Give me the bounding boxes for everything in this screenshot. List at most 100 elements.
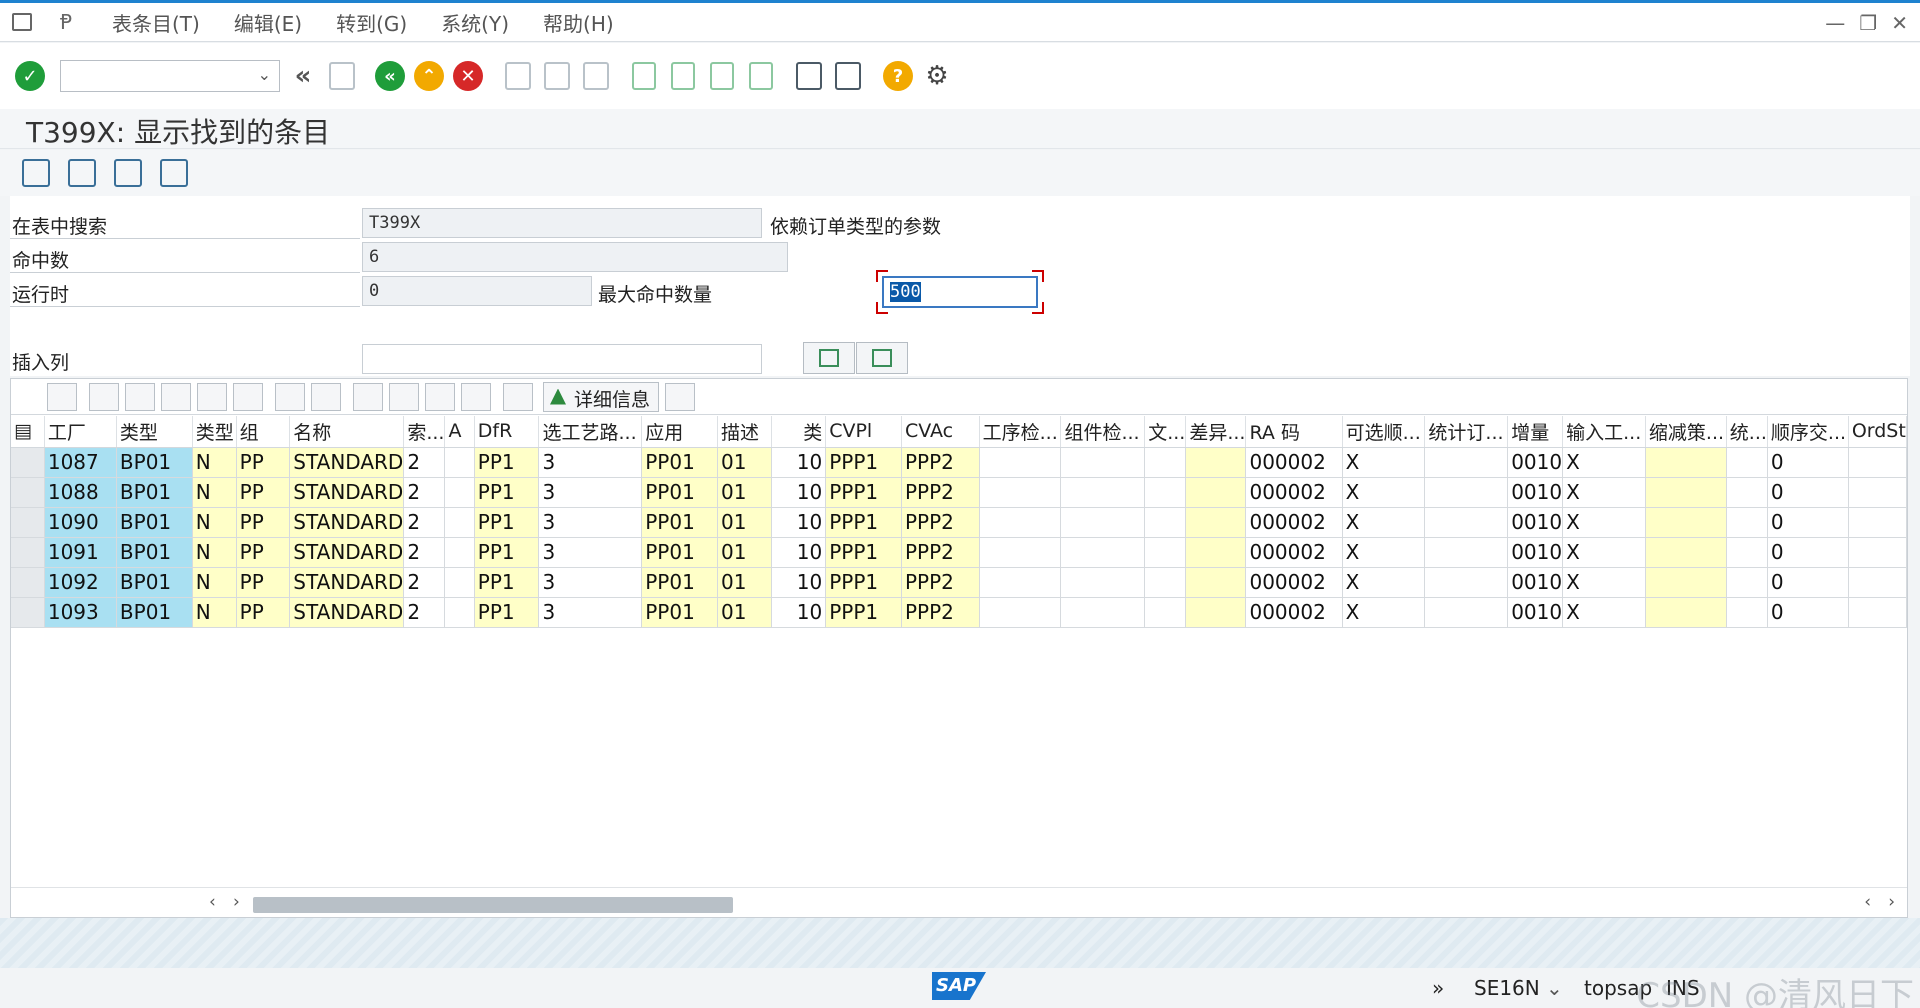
horizontal-scrollbar[interactable]: ‹ › ‹ ›	[11, 887, 1907, 917]
filter-icon[interactable]	[233, 382, 263, 411]
table-cell[interactable]: 10	[771, 507, 827, 538]
table-cell[interactable]	[1185, 537, 1247, 568]
table-cell[interactable]: X	[1342, 597, 1426, 628]
table-cell[interactable]: STANDARD	[289, 567, 405, 598]
table-cell[interactable]	[979, 597, 1062, 628]
table-cell[interactable]: 0010	[1507, 447, 1564, 478]
table-cell[interactable]: PP01	[641, 477, 719, 508]
table-cell[interactable]: PPP2	[901, 597, 980, 628]
column-header[interactable]: 类型	[192, 416, 237, 448]
table-cell[interactable]: 2	[403, 477, 446, 508]
column-header[interactable]: 类	[771, 416, 827, 448]
table-cell[interactable]	[1424, 447, 1509, 478]
table-cell[interactable]	[444, 507, 475, 538]
table-cell[interactable]: 1088	[44, 477, 117, 508]
table-cell[interactable]: 3	[538, 477, 643, 508]
expand-status-icon[interactable]: »	[1432, 976, 1444, 1000]
column-header[interactable]: 统计订...	[1424, 416, 1509, 448]
row-selector[interactable]	[11, 567, 45, 598]
table-cell[interactable]	[1424, 597, 1509, 628]
table-cell[interactable]: 0	[1767, 537, 1849, 568]
command-field[interactable]: ⌄	[60, 60, 280, 92]
table-cell[interactable]: X	[1562, 537, 1646, 568]
table-cell[interactable]: 3	[538, 567, 643, 598]
column-header[interactable]: 可选顺...	[1342, 416, 1426, 448]
back-icon[interactable]: «	[374, 60, 406, 92]
table-cell[interactable]	[1185, 507, 1247, 538]
table-cell[interactable]: 0010	[1507, 507, 1564, 538]
table-cell[interactable]: PP01	[641, 537, 719, 568]
table-cell[interactable]: X	[1562, 507, 1646, 538]
table-cell[interactable]: N	[192, 447, 237, 478]
table-cell[interactable]: PP	[236, 507, 291, 538]
table-cell[interactable]	[1144, 447, 1187, 478]
column-header[interactable]: 统...	[1726, 416, 1768, 448]
table-cell[interactable]: 10	[771, 597, 827, 628]
column-header[interactable]: 增量	[1507, 416, 1564, 448]
table-cell[interactable]: 1093	[44, 597, 117, 628]
table-cell[interactable]: PP	[236, 477, 291, 508]
scroll-left-icon[interactable]: ‹	[1864, 892, 1871, 912]
sort-icon[interactable]	[665, 382, 696, 411]
table-cell[interactable]	[444, 477, 475, 508]
new-session-icon[interactable]	[793, 60, 825, 92]
list-icon[interactable]	[160, 159, 188, 187]
scroll-left-icon[interactable]: ‹	[209, 892, 216, 912]
menu-item-system[interactable]: 系统(Y)	[441, 8, 509, 37]
table-cell[interactable]: PP	[236, 597, 291, 628]
column-header[interactable]: 输入工...	[1562, 416, 1646, 448]
table-cell[interactable]: 01	[717, 477, 773, 508]
table-cell[interactable]: 0010	[1507, 477, 1564, 508]
table-cell[interactable]: N	[192, 567, 237, 598]
table-cell[interactable]: 01	[717, 447, 773, 478]
table-cell[interactable]: PP1	[474, 477, 540, 508]
column-header[interactable]: 类型	[116, 416, 193, 448]
table-cell[interactable]: X	[1342, 537, 1426, 568]
table-cell[interactable]	[979, 477, 1062, 508]
table-cell[interactable]	[1848, 477, 1908, 508]
table-cell[interactable]: 01	[717, 597, 773, 628]
table-cell[interactable]: 2	[403, 537, 446, 568]
info-icon[interactable]	[503, 382, 533, 411]
table-cell[interactable]	[1185, 447, 1247, 478]
table-cell[interactable]: X	[1562, 567, 1646, 598]
table-cell[interactable]: 000002	[1245, 477, 1343, 508]
table-cell[interactable]: 1090	[44, 507, 117, 538]
table-cell[interactable]	[1424, 567, 1509, 598]
table-cell[interactable]	[1185, 567, 1247, 598]
table-row[interactable]: 1092 BP01 N PP STANDARD 2 PP1 3 PP01 01 10 PPP1 PPP2…	[11, 567, 1908, 598]
table-cell[interactable]: X	[1342, 447, 1426, 478]
table-cell[interactable]	[1726, 597, 1768, 628]
table-cell[interactable]: 000002	[1245, 567, 1343, 598]
table-cell[interactable]: STANDARD	[289, 597, 405, 628]
chevron-down-icon[interactable]: ⌄	[258, 65, 271, 84]
print-icon[interactable]	[353, 382, 383, 411]
table-cell[interactable]	[1848, 597, 1908, 628]
save-icon[interactable]	[326, 60, 358, 92]
next-page-icon[interactable]	[706, 60, 738, 92]
detail-info-button[interactable]: 详细信息	[543, 381, 660, 412]
table-cell[interactable]	[1848, 567, 1908, 598]
column-header[interactable]: RA 码	[1245, 416, 1343, 448]
table-cell[interactable]	[1645, 477, 1727, 508]
prev-page-icon[interactable]	[667, 60, 699, 92]
table-cell[interactable]: X	[1562, 447, 1646, 478]
table-cell[interactable]: BP01	[116, 597, 193, 628]
table-cell[interactable]: 2	[403, 567, 446, 598]
table-cell[interactable]: BP01	[116, 507, 193, 538]
table-cell[interactable]: X	[1342, 567, 1426, 598]
table-cell[interactable]: 01	[717, 567, 773, 598]
column-header[interactable]: 选工艺路...	[538, 416, 643, 448]
table-cell[interactable]: PP01	[641, 597, 719, 628]
table-cell[interactable]: N	[192, 537, 237, 568]
table-cell[interactable]: PPP1	[825, 567, 902, 598]
table-cell[interactable]	[979, 567, 1062, 598]
table-cell[interactable]	[1726, 507, 1768, 538]
remove-column-button[interactable]	[856, 342, 908, 374]
table-cell[interactable]	[1645, 447, 1727, 478]
table-cell[interactable]: 01	[717, 507, 773, 538]
minimize-icon[interactable]: —	[1825, 11, 1845, 35]
select-all-icon[interactable]: ▤	[11, 416, 45, 448]
table-cell[interactable]: PPP2	[901, 567, 980, 598]
scroll-right-icon[interactable]: ›	[1888, 892, 1895, 912]
